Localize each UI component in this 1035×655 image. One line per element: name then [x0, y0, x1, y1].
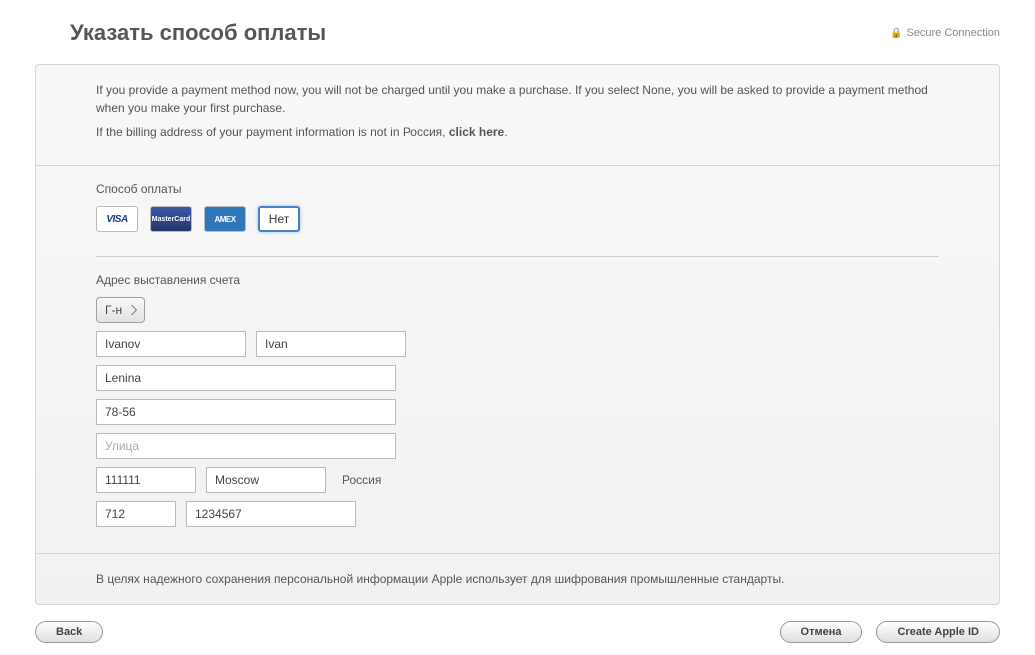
secure-label: Secure Connection [906, 27, 1000, 39]
payment-option-none[interactable]: Нет [258, 206, 300, 232]
back-button[interactable]: Back [35, 621, 103, 643]
postal-input[interactable] [96, 467, 196, 493]
divider [96, 256, 939, 257]
create-apple-id-button[interactable]: Create Apple ID [876, 621, 1000, 643]
intro-line2: If the billing address of your payment i… [96, 123, 939, 141]
salutation-value: Г-н [105, 303, 122, 317]
country-label: Россия [342, 473, 381, 487]
phone-code-input[interactable] [96, 501, 176, 527]
cancel-button[interactable]: Отмена [780, 621, 863, 643]
intro-section: If you provide a payment method now, you… [36, 65, 999, 166]
button-bar: Back Отмена Create Apple ID [35, 621, 1000, 643]
lock-icon: 🔒 [890, 28, 902, 39]
page-title: Указать способ оплаты [35, 20, 326, 46]
form-section: Способ оплаты VISA MasterCard AMEX Нет А… [36, 166, 999, 554]
footer-note: В целях надежного сохранения персонально… [36, 554, 999, 604]
payment-option-amex[interactable]: AMEX [204, 206, 246, 232]
payment-options: VISA MasterCard AMEX Нет [96, 206, 939, 232]
payment-label: Способ оплаты [96, 182, 939, 196]
street3-input[interactable] [96, 433, 396, 459]
last-name-input[interactable] [96, 331, 246, 357]
street2-input[interactable] [96, 399, 396, 425]
street1-input[interactable] [96, 365, 396, 391]
click-here-link[interactable]: click here [449, 125, 504, 139]
first-name-input[interactable] [256, 331, 406, 357]
header-row: Указать способ оплаты 🔒 Secure Connectio… [35, 20, 1000, 46]
salutation-select[interactable]: Г-н [96, 297, 145, 323]
secure-connection: 🔒 Secure Connection [890, 27, 1000, 39]
main-panel: If you provide a payment method now, you… [35, 64, 1000, 605]
payment-option-visa[interactable]: VISA [96, 206, 138, 232]
billing-label: Адрес выставления счета [96, 273, 939, 287]
city-input[interactable] [206, 467, 326, 493]
phone-number-input[interactable] [186, 501, 356, 527]
intro-line2-suffix: . [504, 125, 507, 139]
intro-line1: If you provide a payment method now, you… [96, 81, 939, 117]
intro-line2-prefix: If the billing address of your payment i… [96, 125, 449, 139]
payment-option-mastercard[interactable]: MasterCard [150, 206, 192, 232]
